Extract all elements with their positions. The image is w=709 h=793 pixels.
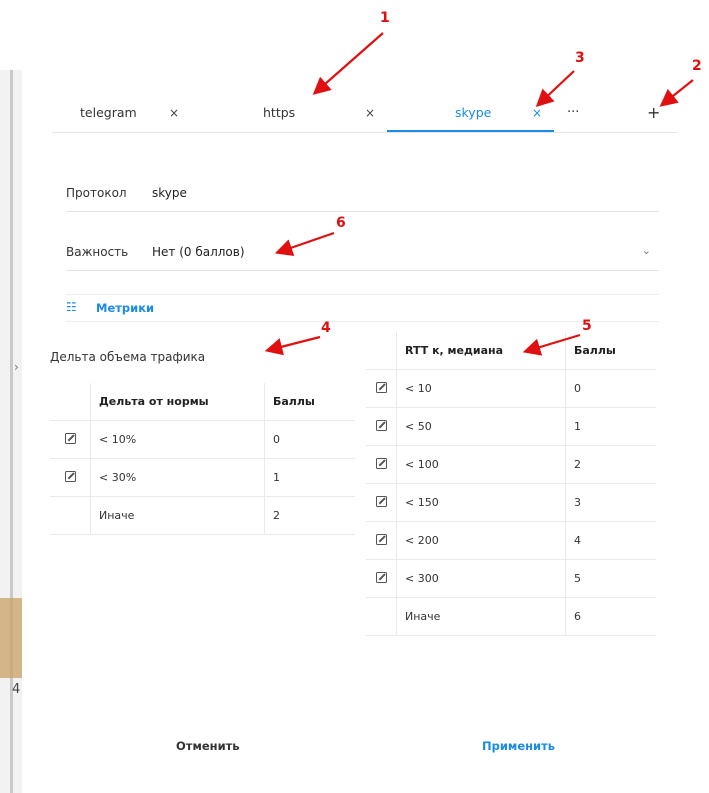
annotation-label-6: 6 (336, 215, 346, 231)
annotation-label-4: 4 (321, 320, 331, 336)
annotation-arrows (264, 32, 694, 356)
annotation-label-1: 1 (380, 10, 390, 26)
annotation-arrow-2 (659, 79, 694, 107)
annotation-arrow-4 (264, 335, 321, 356)
annotation-arrow-6 (274, 231, 335, 257)
annotation-label-5: 5 (582, 318, 592, 334)
annotation-arrow-5 (522, 333, 581, 356)
annotation-label-3: 3 (575, 50, 585, 66)
annotation-arrow-1 (312, 32, 384, 95)
annotation-arrow-3 (535, 70, 575, 108)
annotation-label-2: 2 (692, 58, 702, 74)
